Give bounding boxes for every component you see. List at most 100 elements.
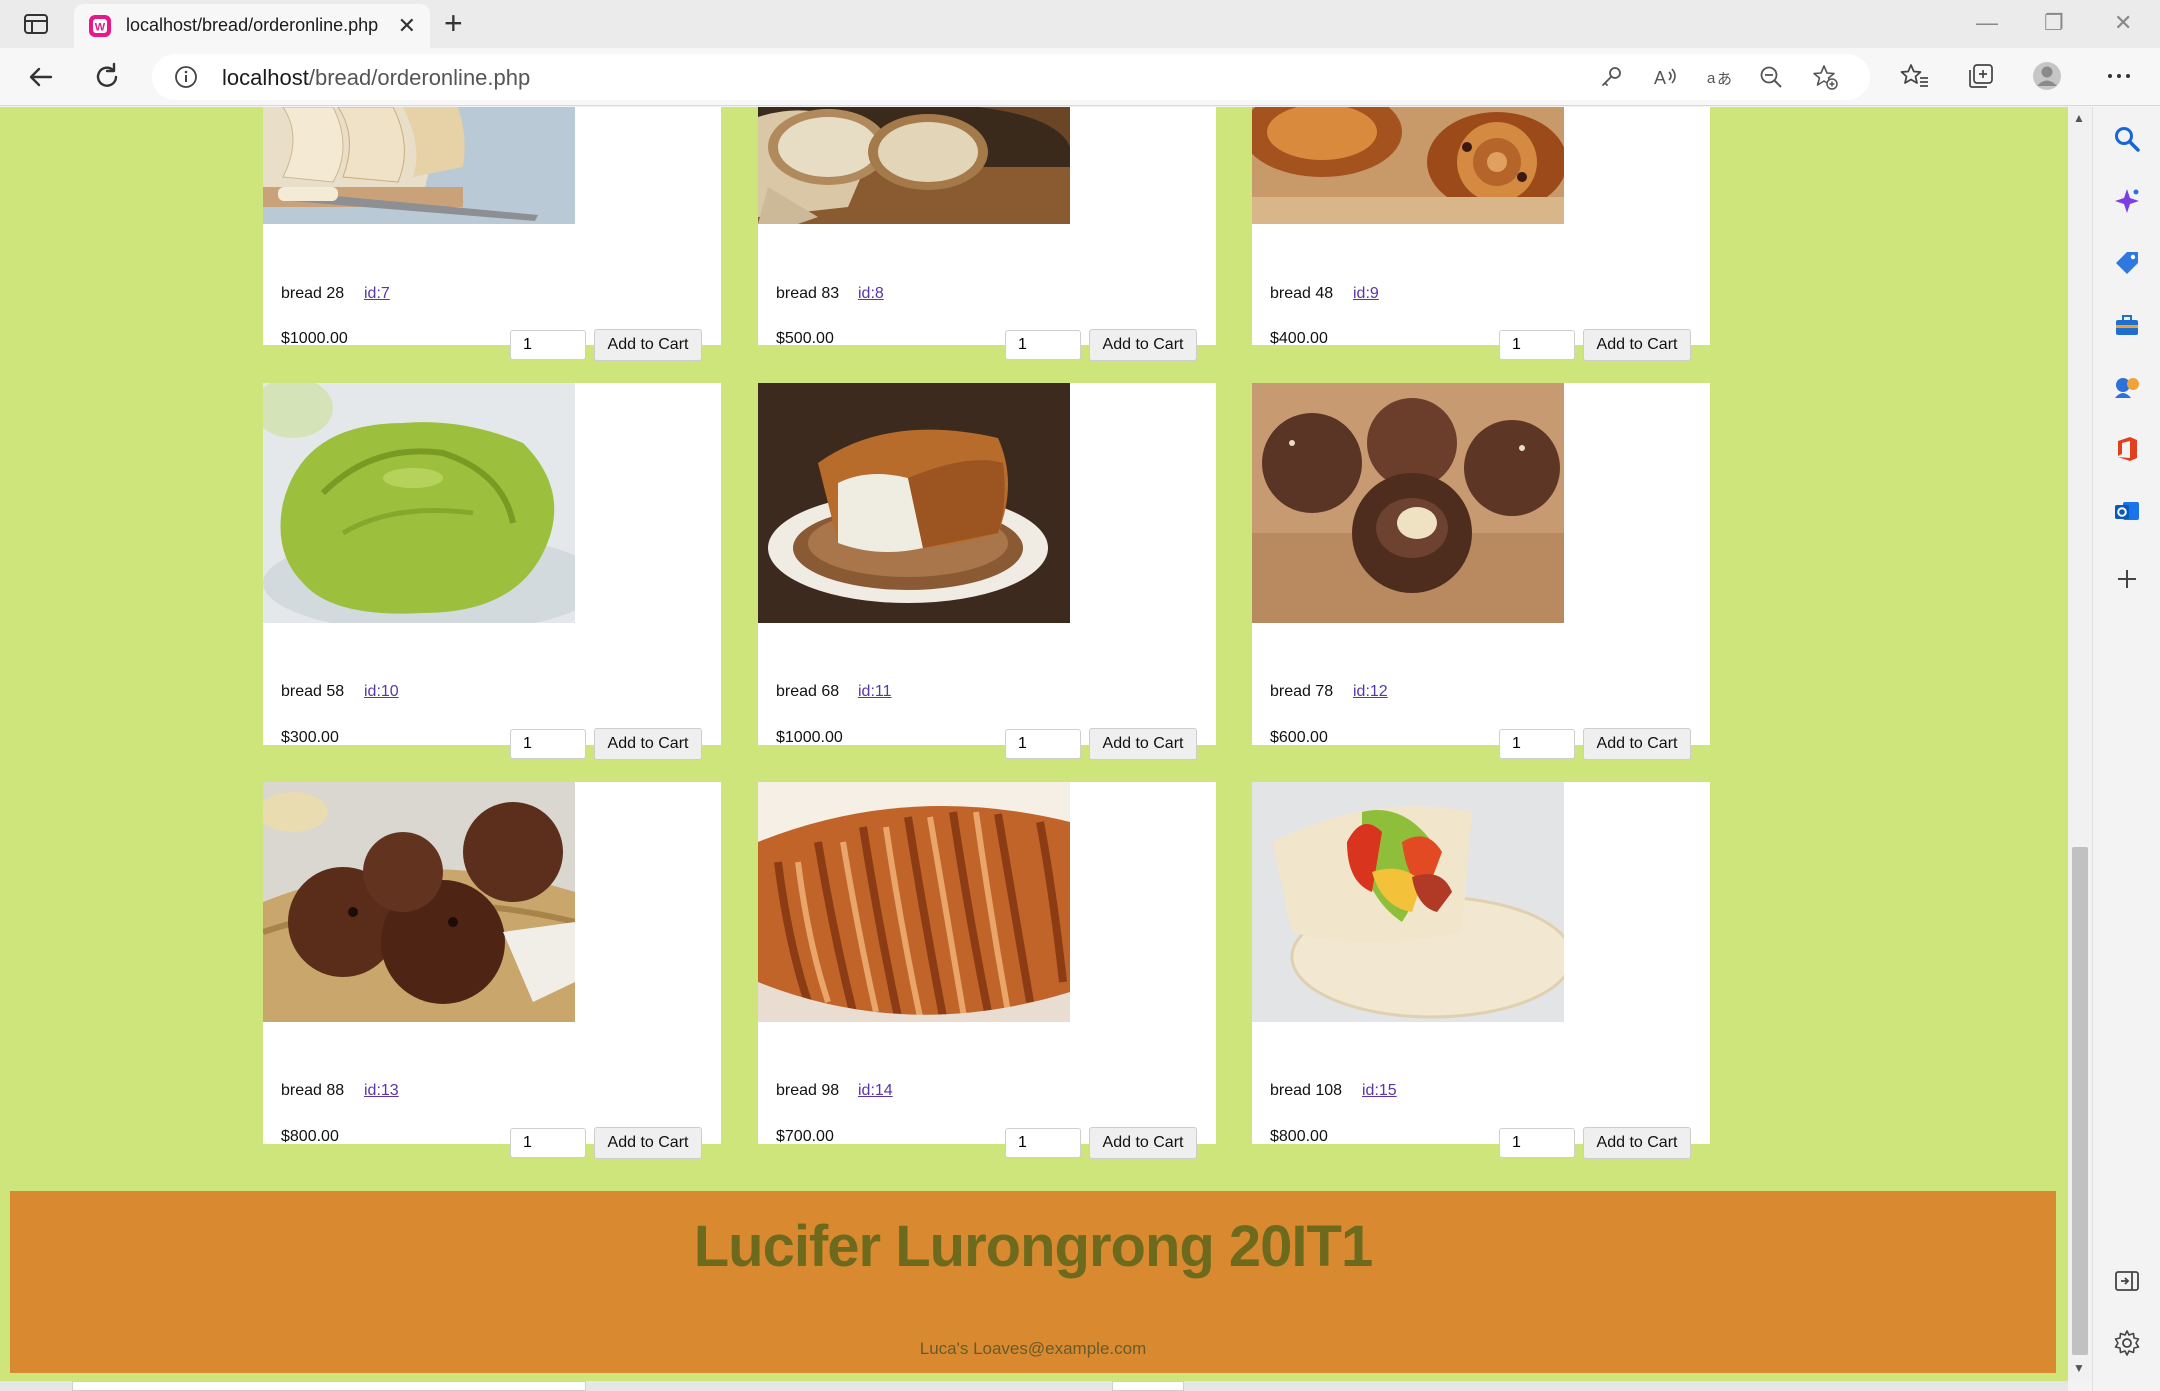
close-tab-icon[interactable]: ✕ <box>398 15 416 37</box>
product-id-link[interactable]: id:12 <box>1353 683 1388 701</box>
shopping-tag-icon[interactable] <box>2113 249 2141 277</box>
product-price: $1000.00 <box>281 330 348 347</box>
url-text: localhost/bread/orderonline.php <box>222 65 530 91</box>
quantity-input[interactable] <box>1499 729 1575 759</box>
add-favorite-icon[interactable] <box>1812 64 1838 90</box>
back-icon[interactable] <box>24 60 58 94</box>
games-icon[interactable] <box>2113 373 2141 401</box>
product-name: bread 108 <box>1270 1082 1343 1099</box>
tools-briefcase-icon[interactable] <box>2113 311 2141 339</box>
minimize-button[interactable]: — <box>1976 10 1998 36</box>
collections-icon[interactable] <box>1966 61 1996 91</box>
copilot-sparkle-icon[interactable] <box>2113 187 2141 215</box>
svg-text:あ: あ <box>1717 70 1732 88</box>
scroll-down-icon[interactable]: ▼ <box>2073 1361 2085 1375</box>
product-id-link[interactable]: id:9 <box>1353 285 1379 303</box>
add-to-cart-button[interactable]: Add to Cart <box>1089 329 1197 361</box>
product-name: bread 58 <box>281 683 345 700</box>
product-photo <box>263 107 575 224</box>
add-to-cart-button[interactable]: Add to Cart <box>1583 329 1691 361</box>
page-content: bread 28 id:7 $1000.00 Add to Cart bread… <box>0 107 2068 1381</box>
more-options-icon[interactable] <box>2104 61 2134 91</box>
product-id-link[interactable]: id:13 <box>364 1082 399 1100</box>
add-to-cart-button[interactable]: Add to Cart <box>1583 728 1691 760</box>
tab-strip: W localhost/bread/orderonline.php ✕ + — … <box>0 0 2160 48</box>
reload-icon[interactable] <box>90 60 124 94</box>
product-card: bread 58 id:10 $300.00 Add to Cart <box>263 383 721 760</box>
tab-title: localhost/bread/orderonline.php <box>126 15 379 35</box>
svg-text:A: A <box>1654 68 1666 88</box>
key-icon[interactable] <box>1598 64 1624 90</box>
scroll-thumb[interactable] <box>2072 847 2088 1355</box>
profile-avatar-icon[interactable] <box>2032 61 2062 91</box>
product-photo <box>263 383 575 623</box>
address-bar: localhost/bread/orderonline.php A a あ <box>0 48 2160 106</box>
product-id-link[interactable]: id:7 <box>364 285 390 303</box>
quantity-input[interactable] <box>1005 330 1081 360</box>
hide-sidebar-icon[interactable] <box>2113 1267 2141 1295</box>
product-card: bread 88 id:13 $800.00 Add to Cart <box>263 782 721 1159</box>
product-id-link[interactable]: id:14 <box>858 1082 893 1100</box>
quantity-input[interactable] <box>1499 1128 1575 1158</box>
add-to-cart-button[interactable]: Add to Cart <box>594 728 702 760</box>
add-to-cart-button[interactable]: Add to Cart <box>594 329 702 361</box>
product-id-link[interactable]: id:15 <box>1362 1082 1397 1100</box>
add-to-cart-button[interactable]: Add to Cart <box>594 1127 702 1159</box>
product-photo <box>758 782 1070 1022</box>
quantity-input[interactable] <box>1005 729 1081 759</box>
tab-actions-icon[interactable] <box>22 12 50 36</box>
product-name: bread 78 <box>1270 683 1334 700</box>
browser-tab[interactable]: W localhost/bread/orderonline.php ✕ <box>74 4 430 48</box>
product-card: bread 78 id:12 $600.00 Add to Cart <box>1252 383 1710 760</box>
quantity-input[interactable] <box>510 1128 586 1158</box>
scroll-up-icon[interactable]: ▲ <box>2073 111 2085 125</box>
product-photo <box>1252 782 1564 1022</box>
product-id-link[interactable]: id:8 <box>858 285 884 303</box>
taskbar-window-preview <box>1112 1381 1184 1391</box>
office-icon[interactable] <box>2113 435 2141 463</box>
product-name: bread 68 <box>776 683 840 700</box>
window-close-button[interactable]: ✕ <box>2114 10 2132 36</box>
site-info-icon[interactable] <box>174 65 198 89</box>
taskbar-window-preview <box>72 1381 586 1391</box>
add-to-cart-button[interactable]: Add to Cart <box>1089 728 1197 760</box>
add-to-cart-button[interactable]: Add to Cart <box>1583 1127 1691 1159</box>
product-price: $300.00 <box>281 729 339 746</box>
new-tab-button[interactable]: + <box>444 7 463 39</box>
product-card: bread 48 id:9 $400.00 Add to Cart <box>1252 107 1710 361</box>
add-sidebar-app-icon[interactable] <box>2113 565 2141 593</box>
product-card: bread 83 id:8 $500.00 Add to Cart <box>758 107 1216 361</box>
product-id-link[interactable]: id:11 <box>858 683 892 701</box>
quantity-input[interactable] <box>1499 330 1575 360</box>
page-footer: Lucifer Lurongrong 20IT1 Luca's Loaves@e… <box>10 1191 2056 1373</box>
outlook-icon[interactable] <box>2113 497 2141 525</box>
product-name: bread 28 <box>281 285 345 302</box>
footer-title: Lucifer Lurongrong 20IT1 <box>693 1214 1374 1279</box>
product-price: $800.00 <box>1270 1128 1328 1145</box>
search-icon[interactable] <box>2113 125 2141 153</box>
product-price: $800.00 <box>281 1128 339 1145</box>
translate-icon[interactable]: a あ <box>1706 64 1732 90</box>
zoom-out-icon[interactable] <box>1758 64 1784 90</box>
svg-text:a: a <box>1707 70 1716 87</box>
product-photo <box>758 107 1070 224</box>
read-aloud-icon[interactable]: A <box>1652 64 1678 90</box>
product-price: $700.00 <box>776 1128 834 1145</box>
footer-email: Luca's Loaves@example.com <box>919 1339 1147 1358</box>
vertical-scrollbar[interactable]: ▲ ▼ <box>2068 107 2092 1381</box>
maximize-button[interactable]: ❐ <box>2044 10 2064 36</box>
product-card: bread 28 id:7 $1000.00 Add to Cart <box>263 107 721 361</box>
quantity-input[interactable] <box>510 330 586 360</box>
product-photo <box>1252 383 1564 623</box>
url-field[interactable]: localhost/bread/orderonline.php A a あ <box>152 54 1870 100</box>
quantity-input[interactable] <box>510 729 586 759</box>
product-name: bread 98 <box>776 1082 840 1099</box>
quantity-input[interactable] <box>1005 1128 1081 1158</box>
product-id-link[interactable]: id:10 <box>364 683 399 701</box>
product-card: bread 68 id:11 $1000.00 Add to Cart <box>758 383 1216 760</box>
product-photo <box>263 782 575 1022</box>
favorites-icon[interactable] <box>1900 61 1930 91</box>
product-price: $500.00 <box>776 330 834 347</box>
settings-gear-icon[interactable] <box>2113 1329 2141 1357</box>
add-to-cart-button[interactable]: Add to Cart <box>1089 1127 1197 1159</box>
